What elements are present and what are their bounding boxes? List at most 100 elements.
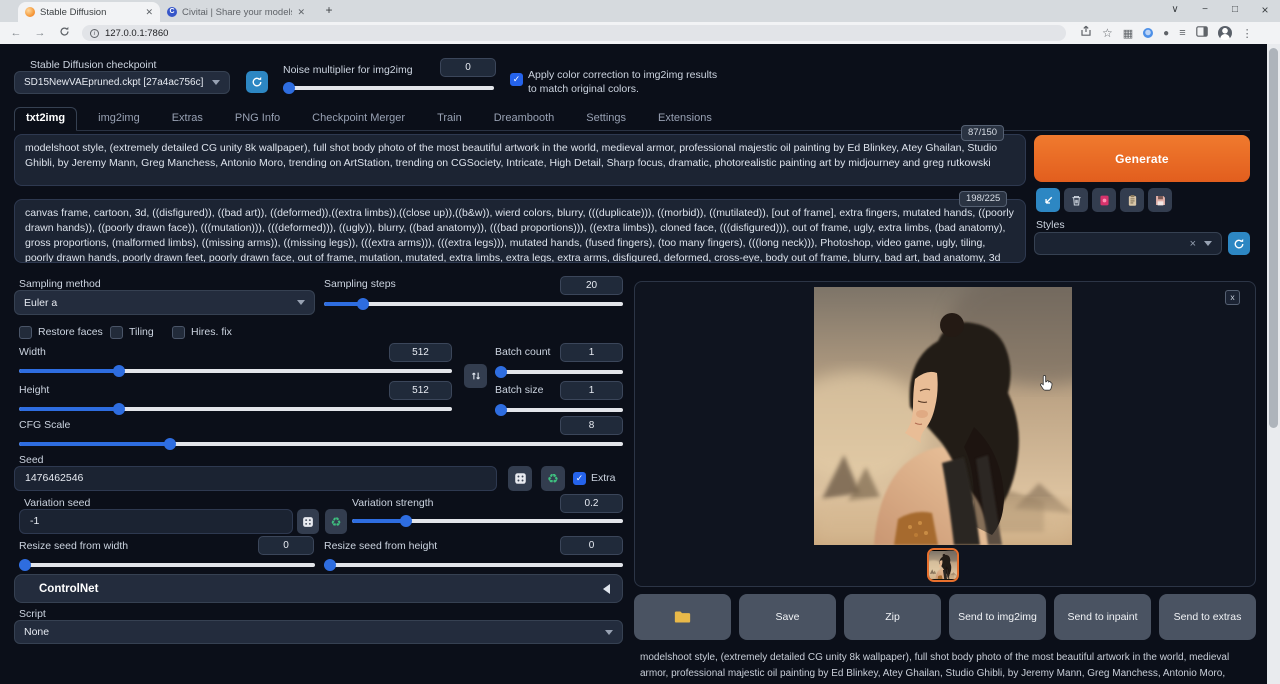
batch-size-value[interactable]: 1 <box>560 381 623 400</box>
checkpoint-refresh-button[interactable] <box>246 71 268 93</box>
prompt-textarea[interactable]: modelshoot style, (extremely detailed CG… <box>14 134 1026 186</box>
tab-img2img[interactable]: img2img <box>87 108 151 130</box>
variation-strength-slider[interactable] <box>352 515 623 527</box>
variation-strength-value[interactable]: 0.2 <box>560 494 623 513</box>
send-to-img2img-button[interactable]: Send to img2img <box>949 594 1046 640</box>
extension-dark-icon[interactable]: ● <box>1163 28 1169 39</box>
batch-count-slider[interactable] <box>495 366 623 378</box>
send-to-extras-button[interactable]: Send to extras <box>1159 594 1256 640</box>
sampling-steps-slider[interactable] <box>324 298 623 310</box>
address-bar[interactable]: i 127.0.0.1:7860 <box>82 25 1066 41</box>
gallery-close-button[interactable]: x <box>1225 290 1240 305</box>
forward-icon[interactable]: → <box>30 27 50 39</box>
hires-fix-checkbox[interactable] <box>172 326 185 339</box>
reload-icon[interactable] <box>54 26 74 40</box>
menu-kebab-icon[interactable]: ⋮ <box>1242 27 1253 40</box>
extra-seed-label: Extra <box>591 472 616 484</box>
noise-multiplier-slider[interactable] <box>283 82 494 94</box>
tab-close-icon[interactable]: ✕ <box>145 7 153 18</box>
profile-avatar[interactable] <box>1218 26 1232 40</box>
browser-tab-stable-diffusion[interactable]: Stable Diffusion ✕ <box>18 2 160 22</box>
open-folder-button[interactable] <box>634 594 731 640</box>
styles-refresh-button[interactable] <box>1228 232 1250 255</box>
clear-prompt-button[interactable] <box>1064 188 1088 212</box>
save-button[interactable]: Save <box>739 594 836 640</box>
script-dropdown[interactable]: None <box>14 620 623 644</box>
scrollbar-thumb[interactable] <box>1269 48 1278 428</box>
generated-image[interactable] <box>814 287 1072 545</box>
tiling-checkbox[interactable] <box>110 326 123 339</box>
zip-button[interactable]: Zip <box>844 594 941 640</box>
paste-generation-params-button[interactable] <box>1036 188 1060 212</box>
noise-multiplier-label: Noise multiplier for img2img <box>283 64 413 76</box>
gallery-thumbnail[interactable] <box>927 548 959 582</box>
height-slider[interactable] <box>19 403 452 415</box>
generation-info-text: modelshoot style, (extremely detailed CG… <box>640 650 1252 684</box>
cfg-scale-slider[interactable] <box>19 438 623 450</box>
variation-seed-input[interactable]: -1 <box>19 509 293 534</box>
extension-grid-icon[interactable]: ▦ <box>1123 27 1133 40</box>
width-slider[interactable] <box>19 365 452 377</box>
swap-arrows-icon <box>470 370 482 382</box>
resize-seed-height-slider[interactable] <box>324 559 623 571</box>
chevron-down-icon[interactable]: ∨ <box>1160 0 1190 22</box>
dice-icon <box>514 472 527 485</box>
extension-blue-icon[interactable] <box>1143 28 1153 38</box>
clear-icon[interactable]: × <box>1190 238 1196 250</box>
site-info-icon[interactable]: i <box>90 29 99 38</box>
chevron-down-icon <box>1204 241 1212 246</box>
tab-extras[interactable]: Extras <box>161 108 214 130</box>
save-style-button[interactable] <box>1148 188 1172 212</box>
generate-button[interactable]: Generate <box>1034 135 1250 182</box>
styles-dropdown[interactable]: × <box>1034 232 1222 255</box>
restore-faces-checkbox[interactable] <box>19 326 32 339</box>
sampling-steps-value[interactable]: 20 <box>560 276 623 295</box>
tab-train[interactable]: Train <box>426 108 473 130</box>
sampling-method-dropdown[interactable]: Euler a <box>14 290 315 315</box>
toolbar-icons: ☆ ▦ ● ≡ ⋮ <box>1080 24 1253 42</box>
tab-dreambooth[interactable]: Dreambooth <box>483 108 566 130</box>
reuse-seed-button[interactable]: ♻ <box>541 466 565 491</box>
tab-checkpoint-merger[interactable]: Checkpoint Merger <box>301 108 416 130</box>
resize-seed-width-slider[interactable] <box>19 559 315 571</box>
extra-networks-button[interactable] <box>1092 188 1116 212</box>
controlnet-label: ControlNet <box>39 583 98 595</box>
apply-styles-button[interactable] <box>1120 188 1144 212</box>
checkpoint-dropdown[interactable]: SD15NewVAEpruned.ckpt [27a4ac756c] <box>14 71 230 94</box>
color-correction-checkbox[interactable]: ✓ <box>510 73 523 86</box>
tab-settings[interactable]: Settings <box>575 108 637 130</box>
swap-width-height-button[interactable] <box>464 364 487 388</box>
tab-extensions[interactable]: Extensions <box>647 108 723 130</box>
minimize-button[interactable]: − <box>1190 0 1220 22</box>
extra-seed-checkbox[interactable]: ✓ <box>573 472 586 485</box>
seed-input[interactable]: 1476462546 <box>14 466 497 491</box>
tab-png-info[interactable]: PNG Info <box>224 108 291 130</box>
cfg-scale-value[interactable]: 8 <box>560 416 623 435</box>
variation-reuse-seed-button[interactable]: ♻ <box>325 509 347 534</box>
maximize-button[interactable]: □ <box>1220 0 1250 22</box>
resize-seed-height-value[interactable]: 0 <box>560 536 623 555</box>
height-value[interactable]: 512 <box>389 381 452 400</box>
send-to-inpaint-button[interactable]: Send to inpaint <box>1054 594 1151 640</box>
page-scrollbar[interactable] <box>1267 44 1280 684</box>
controlnet-accordion[interactable]: ControlNet <box>14 574 623 603</box>
batch-count-value[interactable]: 1 <box>560 343 623 362</box>
tab-close-icon[interactable]: ✕ <box>297 7 305 18</box>
close-button[interactable]: × <box>1250 0 1280 22</box>
negative-prompt-textarea[interactable]: canvas frame, cartoon, 3d, ((disfigured)… <box>14 199 1026 263</box>
side-panel-icon[interactable] <box>1196 24 1208 42</box>
bookmark-star-icon[interactable]: ☆ <box>1102 26 1113 40</box>
noise-multiplier-value[interactable]: 0 <box>440 58 496 77</box>
share-icon[interactable] <box>1080 24 1092 42</box>
variation-random-seed-button[interactable] <box>297 509 319 534</box>
browser-tab-civitai[interactable]: C Civitai | Share your models ✕ <box>160 2 312 22</box>
width-value[interactable]: 512 <box>389 343 452 362</box>
batch-size-slider[interactable] <box>495 404 623 416</box>
random-seed-button[interactable] <box>508 466 532 491</box>
tab-txt2img[interactable]: txt2img <box>14 107 77 131</box>
back-icon[interactable]: ← <box>6 27 26 39</box>
new-tab-button[interactable]: + <box>318 2 340 20</box>
sampling-steps-label: Sampling steps <box>324 278 396 290</box>
reading-list-icon[interactable]: ≡ <box>1179 27 1185 39</box>
resize-seed-width-value[interactable]: 0 <box>258 536 314 555</box>
